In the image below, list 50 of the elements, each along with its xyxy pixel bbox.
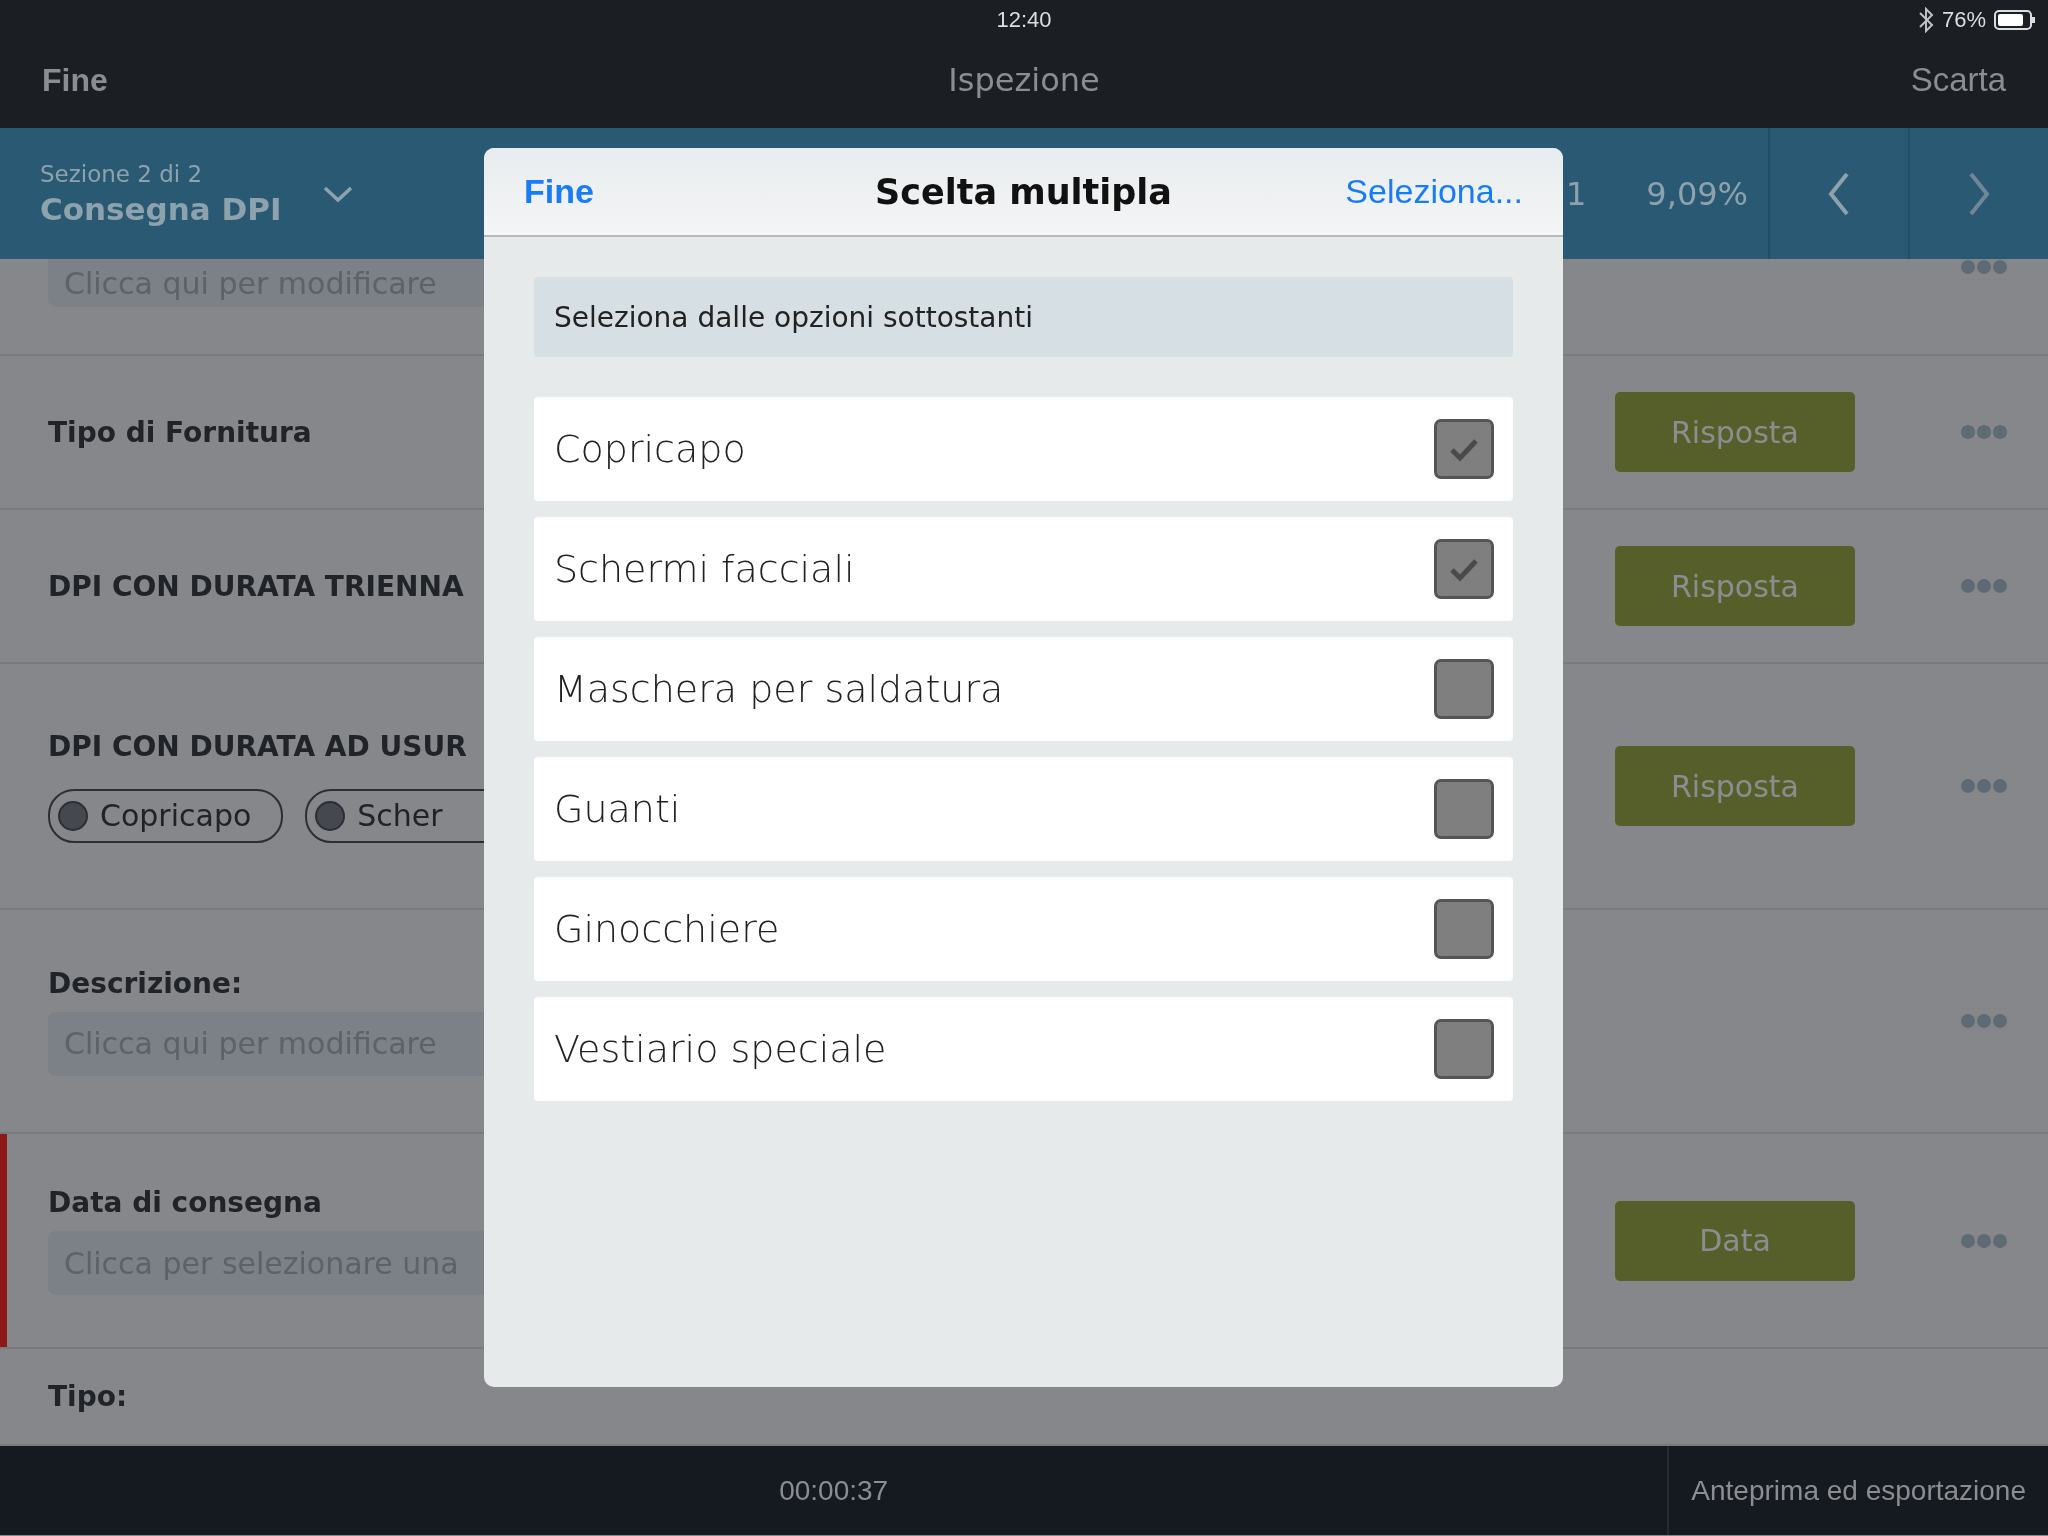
more-icon[interactable] — [1959, 778, 2008, 794]
radio-icon — [315, 800, 346, 831]
more-icon[interactable] — [1959, 1013, 2008, 1029]
option-row[interactable]: Ginocchiere — [534, 877, 1513, 981]
progress-percent: 9,09% — [1646, 173, 1749, 215]
question-label: Tipo: — [48, 1380, 128, 1413]
question-label: Tipo di Fornitura — [48, 415, 312, 449]
question-count: 1 — [1566, 173, 1588, 215]
more-icon[interactable] — [1959, 578, 2008, 594]
more-icon[interactable] — [1959, 259, 2008, 275]
checkbox[interactable] — [1434, 779, 1494, 839]
option-label: Maschera per saldatura — [554, 667, 1004, 711]
option-chip[interactable]: Copricapo — [48, 788, 284, 843]
question-label: DPI CON DURATA AD USUR — [48, 729, 467, 763]
option-label: Copricapo — [554, 427, 746, 471]
option-row[interactable]: Vestiario speciale — [534, 997, 1513, 1101]
option-label: Vestiario speciale — [554, 1027, 887, 1071]
more-icon[interactable] — [1959, 424, 2008, 440]
checkbox[interactable] — [1434, 1019, 1494, 1079]
bluetooth-icon — [1917, 7, 1934, 33]
section-counter: Sezione 2 di 2 — [40, 160, 204, 187]
battery-icon — [1994, 10, 2036, 30]
done-button[interactable]: Fine — [42, 61, 108, 99]
preview-export-button[interactable]: Anteprima ed esportazione — [1667, 1446, 2048, 1535]
section-title: Consegna DPI — [40, 190, 282, 227]
clock: 12:40 — [996, 7, 1052, 33]
more-icon[interactable] — [1959, 1232, 2008, 1249]
screen-title: Ispezione — [948, 61, 1100, 99]
question-label: Data di consegna — [48, 1186, 322, 1219]
option-row[interactable]: Copricapo — [534, 397, 1513, 501]
modal-title: Scelta multipla — [875, 171, 1172, 212]
radio-icon — [58, 800, 88, 831]
checkbox[interactable] — [1434, 419, 1494, 479]
chevron-down-icon[interactable] — [321, 184, 354, 203]
option-row[interactable]: Schermi facciali — [534, 517, 1513, 621]
done-button[interactable]: Fine — [524, 172, 594, 211]
instruction-banner: Seleziona dalle opzioni sottostanti — [534, 277, 1513, 357]
checkbox[interactable] — [1434, 539, 1494, 599]
select-button[interactable]: Seleziona... — [1345, 172, 1523, 211]
elapsed-timer: 00:00:37 — [778, 1473, 890, 1508]
checkbox[interactable] — [1434, 659, 1494, 719]
option-row[interactable]: Maschera per saldatura — [534, 637, 1513, 741]
option-row[interactable]: Guanti — [534, 757, 1513, 861]
discard-button[interactable]: Scarta — [1910, 61, 2006, 99]
question-label: Descrizione: — [48, 966, 243, 1000]
battery-percent: 76% — [1941, 7, 1986, 33]
checkbox[interactable] — [1434, 899, 1494, 959]
option-label: Schermi facciali — [554, 547, 855, 591]
question-label: DPI CON DURATA TRIENNA — [48, 569, 464, 603]
option-label: Ginocchiere — [554, 907, 780, 951]
